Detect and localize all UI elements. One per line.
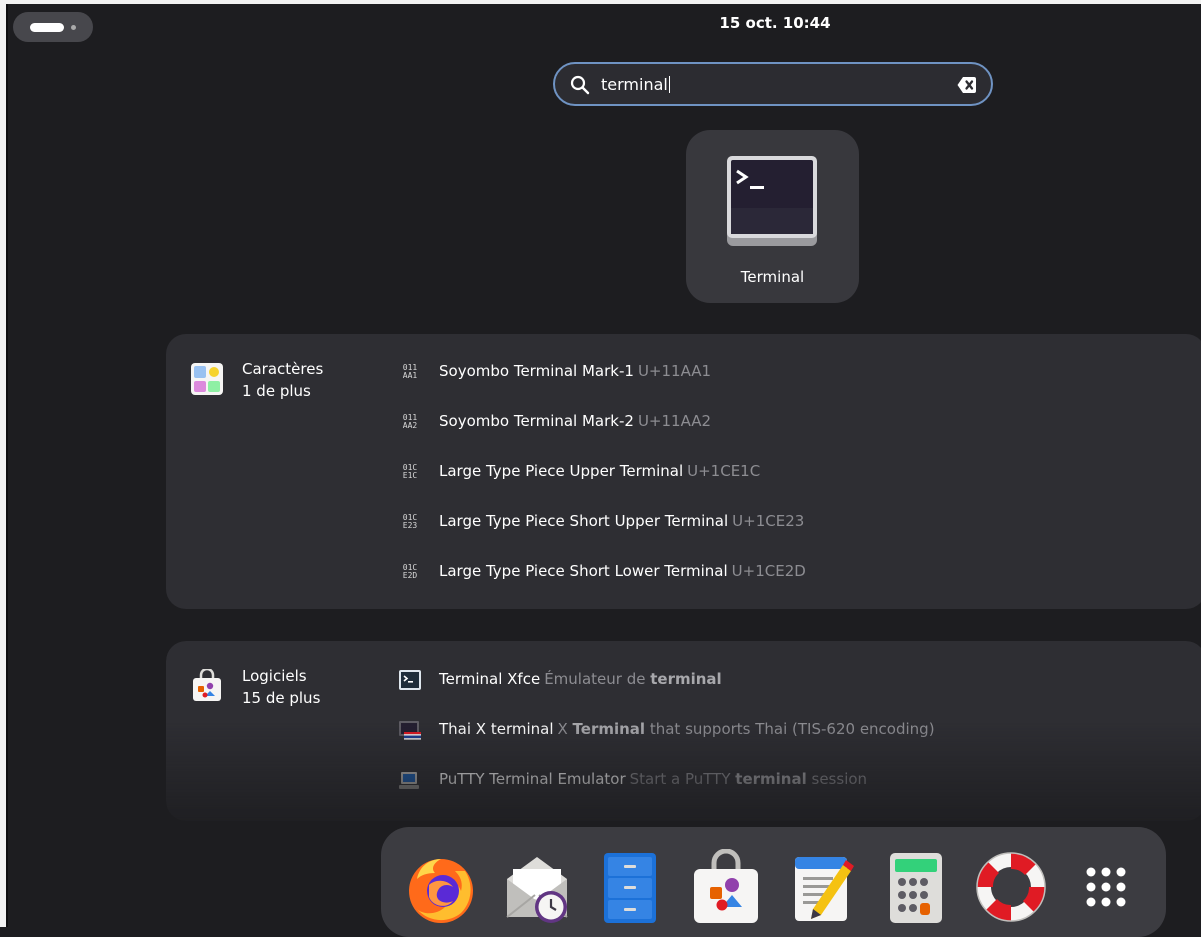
software-result-description: Start a PuTTY terminal session [630, 770, 867, 788]
char-glyph-icon: 011 AA1 [398, 363, 422, 380]
clear-search-icon[interactable] [957, 76, 977, 94]
description-match: terminal [735, 770, 807, 788]
char-result-title: Soyombo Terminal Mark-2 [439, 412, 634, 430]
characters-results-panel: Caractères 1 de plus 011 AA1 Soyombo Termi… [166, 334, 1201, 609]
char-result-row[interactable]: 01C E1C Large Type Piece Upper Terminal U+1… [398, 457, 760, 485]
clock[interactable]: 15 oct. 10:44 [660, 14, 890, 32]
char-result-code: U+11AA2 [637, 412, 712, 430]
software-result-title: Terminal Xfce [439, 670, 541, 688]
terminal-xfce-icon [399, 669, 421, 690]
files-icon[interactable] [594, 849, 670, 925]
putty-icon [399, 771, 419, 789]
char-result-title: Soyombo Terminal Mark-1 [439, 362, 634, 380]
search-entry[interactable]: terminal [553, 62, 993, 106]
workspace-indicator [71, 25, 76, 30]
characters-provider-name: Caractères [242, 360, 324, 378]
help-icon[interactable] [973, 849, 1049, 925]
description-text: Émulateur de [544, 670, 651, 688]
glyph-line: E2D [402, 570, 418, 580]
char-result-row[interactable]: 011 AA1 Soyombo Terminal Mark-1 U+11AA1 [398, 357, 711, 385]
char-glyph-icon: 011 AA2 [398, 413, 422, 430]
glyph-line: AA2 [402, 420, 418, 430]
char-result-title: Large Type Piece Upper Terminal [439, 462, 684, 480]
software-icon[interactable] [688, 849, 764, 925]
description-match: terminal [650, 670, 722, 688]
char-result-row[interactable]: 01C E2D Large Type Piece Short Lower Termi… [398, 557, 806, 585]
char-result-code: U+1CE23 [732, 512, 805, 530]
text-editor-icon[interactable] [783, 849, 859, 925]
search-query: terminal [601, 75, 668, 94]
char-glyph-icon: 01C E1C [398, 463, 422, 480]
glyph-line: E1C [402, 470, 418, 480]
software-more-count[interactable]: 15 de plus [242, 689, 320, 707]
characters-more-count[interactable]: 1 de plus [242, 382, 311, 400]
characters-app-icon[interactable] [190, 362, 224, 396]
software-provider-name: Logiciels [242, 667, 307, 685]
calculator-icon[interactable] [878, 849, 954, 925]
software-result-description: X Terminal that supports Thai (TIS-620 e… [558, 720, 935, 738]
char-result-code: U+1CE2D [731, 562, 806, 580]
description-text: X [557, 720, 573, 738]
software-result-row[interactable]: Terminal Xfce Émulateur de terminal [398, 665, 722, 693]
screen-left-edge [6, 4, 8, 927]
software-result-title: PuTTY Terminal Emulator [439, 770, 626, 788]
char-result-code: U+11AA1 [637, 362, 712, 380]
software-app-icon[interactable] [190, 669, 224, 703]
software-result-row[interactable]: PuTTY Terminal Emulator Start a PuTTY ter… [398, 765, 867, 793]
char-glyph-icon: 01C E23 [398, 513, 422, 530]
description-text: Start a PuTTY [629, 770, 736, 788]
evolution-mail-icon[interactable] [499, 849, 575, 925]
glyph-line: E23 [402, 520, 418, 530]
screen-top-border [0, 0, 1201, 4]
software-result-title: Thai X terminal [439, 720, 554, 738]
firefox-icon[interactable] [403, 849, 479, 925]
glyph-line: AA1 [402, 370, 418, 380]
workspace-active-indicator [30, 23, 64, 32]
char-result-row[interactable]: 011 AA2 Soyombo Terminal Mark-2 U+11AA2 [398, 407, 711, 435]
char-glyph-icon: 01C E2D [398, 563, 422, 580]
char-result-title: Large Type Piece Short Lower Terminal [439, 562, 728, 580]
software-result-description: Émulateur de terminal [544, 670, 722, 688]
activities-button[interactable] [13, 12, 93, 42]
text-cursor [668, 76, 671, 93]
thai-x-terminal-icon [399, 720, 421, 740]
description-text: that supports Thai (TIS-620 encoding) [645, 720, 935, 738]
char-result-row[interactable]: 01C E23 Large Type Piece Short Upper Termi… [398, 507, 805, 535]
software-result-row[interactable]: Thai X terminal X Terminal that supports … [398, 715, 935, 743]
description-match: Terminal [572, 720, 646, 738]
description-text: session [806, 770, 868, 788]
terminal-icon [727, 156, 817, 246]
search-text: terminal [601, 75, 671, 95]
char-result-title: Large Type Piece Short Upper Terminal [439, 512, 729, 530]
char-result-code: U+1CE1C [687, 462, 761, 480]
app-grid-icon[interactable] [1068, 849, 1144, 925]
terminal-app-label: Terminal [740, 268, 805, 286]
software-results-panel: Logiciels 15 de plus Terminal Xfce Émulat… [166, 641, 1201, 821]
terminal-app-result[interactable]: Terminal [686, 130, 859, 303]
dash-dock [381, 827, 1166, 937]
search-icon [570, 75, 590, 95]
